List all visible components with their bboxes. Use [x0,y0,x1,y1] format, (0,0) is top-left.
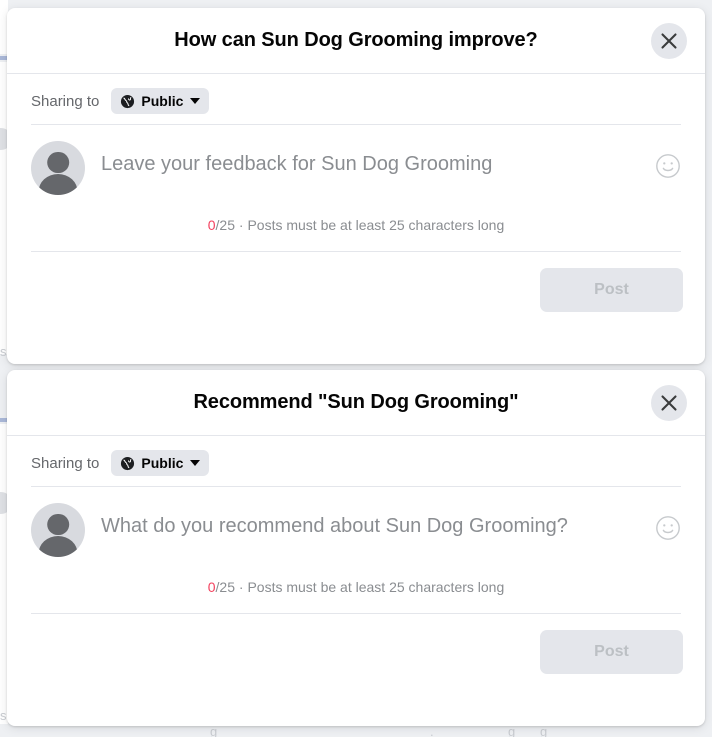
avatar-head [47,151,69,174]
audience-label: Public [141,455,184,471]
close-button[interactable] [651,384,687,421]
emoji-picker-button[interactable] [655,515,681,541]
sharing-row: Sharing to Public [7,74,705,124]
sharing-to-label: Sharing to [31,92,100,110]
avatar-body [38,536,78,557]
close-icon [661,394,677,411]
audience-selector-button[interactable]: Public [111,450,210,476]
background-accent-bar-two [0,418,7,422]
background-accent-bar-one [0,56,7,60]
composer-field [101,141,639,177]
character-count-used: 0 [207,579,216,595]
background-text-fragment: s [0,344,7,359]
close-icon [661,32,677,49]
dialog-title: How can Sun Dog Grooming improve? [174,29,538,51]
feedback-input[interactable] [101,151,639,177]
recommend-dialog: Recommend "Sun Dog Grooming" Sharing to … [7,370,705,726]
avatar [31,141,85,195]
feedback-dialog: How can Sun Dog Grooming improve? Sharin… [7,8,705,364]
post-button[interactable]: Post [540,268,683,312]
audience-selector-button[interactable]: Public [111,88,210,114]
character-count-used: 0 [207,217,216,233]
recommendation-input[interactable] [101,513,639,539]
globe-icon [121,94,135,108]
sharing-row: Sharing to Public [7,436,705,486]
emoji-picker-button[interactable] [655,153,681,179]
dialog-header: How can Sun Dog Grooming improve? [7,8,705,74]
dialog-footer: Post [7,614,705,694]
avatar-body [38,174,78,195]
sharing-to-label: Sharing to [31,454,100,472]
chevron-down-icon [190,98,201,104]
character-count-rest: /25 · Posts must be at least 25 characte… [215,579,505,595]
chevron-down-icon [190,460,201,466]
globe-icon [121,456,135,470]
avatar [31,503,85,557]
avatar-head [47,513,69,536]
smiley-face-icon [656,516,680,540]
character-counter: 0/25 · Posts must be at least 25 charact… [7,195,705,251]
character-counter: 0/25 · Posts must be at least 25 charact… [7,557,705,613]
dialog-footer: Post [7,252,705,332]
close-button[interactable] [651,22,687,59]
composer-row [7,487,705,557]
post-button[interactable]: Post [540,630,683,674]
dialog-header: Recommend "Sun Dog Grooming" [7,370,705,436]
composer-field [101,503,639,539]
smiley-face-icon [656,154,680,178]
character-count-rest: /25 · Posts must be at least 25 characte… [215,217,505,233]
composer-row [7,125,705,195]
audience-label: Public [141,93,184,109]
dialog-title: Recommend "Sun Dog Grooming" [193,391,519,413]
background-text-fragment: s [0,708,7,723]
